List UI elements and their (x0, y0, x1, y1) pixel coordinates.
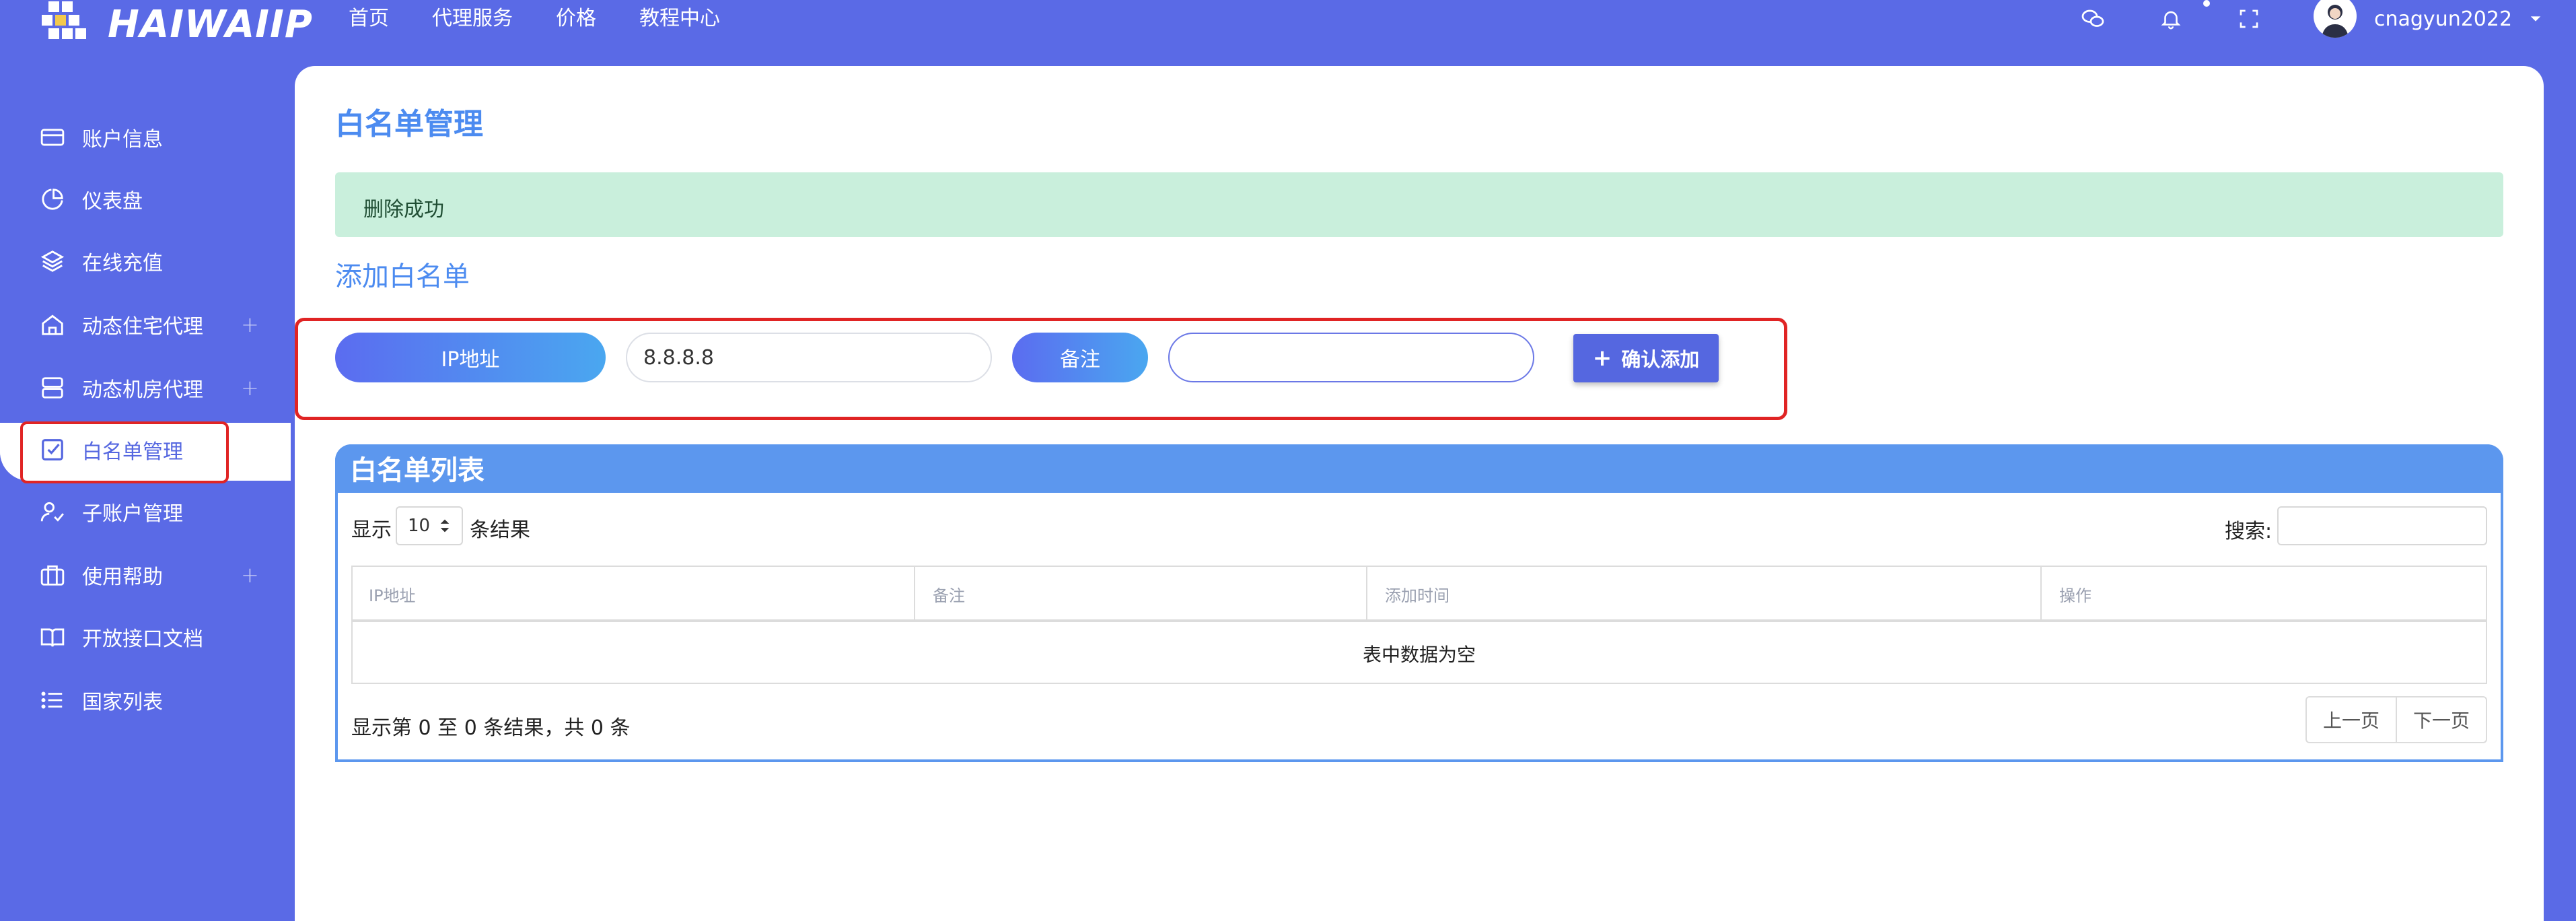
page-length-value: 10 (408, 516, 431, 536)
sidebar-item-label: 国家列表 (82, 691, 163, 714)
brand-name: HAIWAIIP (108, 2, 313, 46)
pagination: 上一页 下一页 (2305, 696, 2487, 743)
sidebar-item-label: 动态住宅代理 (82, 315, 203, 339)
sidebar-item-help[interactable]: 使用帮助 + (39, 551, 268, 599)
column-header-ip[interactable]: IP地址 (351, 566, 915, 622)
next-page-button[interactable]: 下一页 (2397, 697, 2486, 742)
search-input[interactable] (2277, 506, 2487, 545)
book-icon (39, 623, 66, 650)
bell-icon[interactable] (2157, 5, 2184, 32)
user-check-icon (39, 498, 66, 525)
search-label: 搜索: (2225, 520, 2273, 543)
note-input[interactable] (1168, 333, 1534, 382)
whitelist-card-header (335, 444, 2503, 493)
sidebar-item-recharge[interactable]: 在线充值 (39, 237, 268, 285)
column-header-added-time[interactable]: 添加时间 (1367, 566, 2042, 622)
wechat-icon[interactable] (2079, 5, 2106, 32)
entries-label: 条结果 (470, 518, 530, 542)
sidebar-item-subaccounts[interactable]: 子账户管理 (39, 487, 268, 536)
sidebar-item-label: 使用帮助 (82, 566, 163, 589)
sidebar-item-label: 在线充值 (82, 252, 163, 275)
sidebar-item-account-info[interactable]: 账户信息 (39, 113, 268, 162)
layers-icon (39, 248, 66, 275)
logo-mark-icon (39, 0, 101, 48)
add-whitelist-heading: 添加白名单 (335, 261, 470, 292)
pie-chart-icon (39, 186, 66, 213)
sidebar-item-api-docs[interactable]: 开放接口文档 (39, 613, 268, 661)
expand-plus-icon[interactable]: + (241, 562, 259, 588)
sidebar-item-dashboard[interactable]: 仪表盘 (39, 175, 268, 224)
expand-plus-icon[interactable]: + (241, 375, 259, 401)
expand-plus-icon[interactable]: + (241, 312, 259, 337)
show-label: 显示 (351, 518, 392, 542)
notification-dot (2203, 0, 2210, 7)
plus-icon: + (1592, 345, 1612, 372)
confirm-add-label: 确认添加 (1621, 348, 1700, 371)
table-info: 显示第 0 至 0 条结果，共 0 条 (351, 716, 631, 740)
success-alert (335, 172, 2503, 237)
briefcase-icon (39, 561, 66, 588)
page-length-select[interactable]: 10 (396, 506, 463, 545)
caret-down-icon (2530, 16, 2541, 22)
sidebar-item-label: 账户信息 (82, 128, 163, 151)
top-navigation: 首页 代理服务 价格 教程中心 (349, 0, 720, 38)
column-header-note[interactable]: 备注 (915, 566, 1367, 622)
ip-address-label: IP地址 (335, 333, 606, 382)
user-menu[interactable]: cnagyun2022 (2314, 0, 2542, 38)
confirm-add-button[interactable]: + 确认添加 (1573, 334, 1719, 382)
select-arrows-icon (440, 519, 450, 533)
nav-proxy-services[interactable]: 代理服务 (432, 0, 513, 38)
sidebar-item-label: 仪表盘 (82, 190, 143, 213)
sidebar-item-label: 子账户管理 (82, 502, 183, 526)
active-item-highlight-box (20, 421, 229, 483)
note-label: 备注 (1012, 333, 1148, 382)
whitelist-card-title: 白名单列表 (350, 455, 485, 486)
ip-address-input[interactable] (626, 333, 992, 382)
sidebar-item-datacenter-proxy[interactable]: 动态机房代理 + (39, 364, 268, 412)
server-icon (39, 374, 66, 401)
sidebar-item-label: 开放接口文档 (82, 627, 203, 651)
brand-logo[interactable]: HAIWAIIP (39, 0, 313, 48)
sidebar-item-country-list[interactable]: 国家列表 (39, 676, 268, 724)
nav-pricing[interactable]: 价格 (556, 0, 596, 38)
nav-tutorials[interactable]: 教程中心 (639, 0, 720, 38)
column-header-actions[interactable]: 操作 (2042, 566, 2487, 622)
card-icon (39, 124, 66, 151)
fullscreen-icon[interactable] (2235, 5, 2262, 32)
sidebar-item-label: 动态机房代理 (82, 378, 203, 402)
nav-home[interactable]: 首页 (349, 0, 389, 38)
page-title: 白名单管理 (335, 107, 483, 141)
username: cnagyun2022 (2374, 7, 2513, 31)
empty-table-message: 表中数据为空 (1362, 644, 1476, 666)
prev-page-button[interactable]: 上一页 (2307, 697, 2397, 742)
avatar (2314, 0, 2357, 38)
sidebar-item-residential-proxy[interactable]: 动态住宅代理 + (39, 300, 268, 349)
list-icon (39, 687, 66, 714)
alert-message: 删除成功 (363, 198, 444, 221)
home-icon (39, 311, 66, 338)
